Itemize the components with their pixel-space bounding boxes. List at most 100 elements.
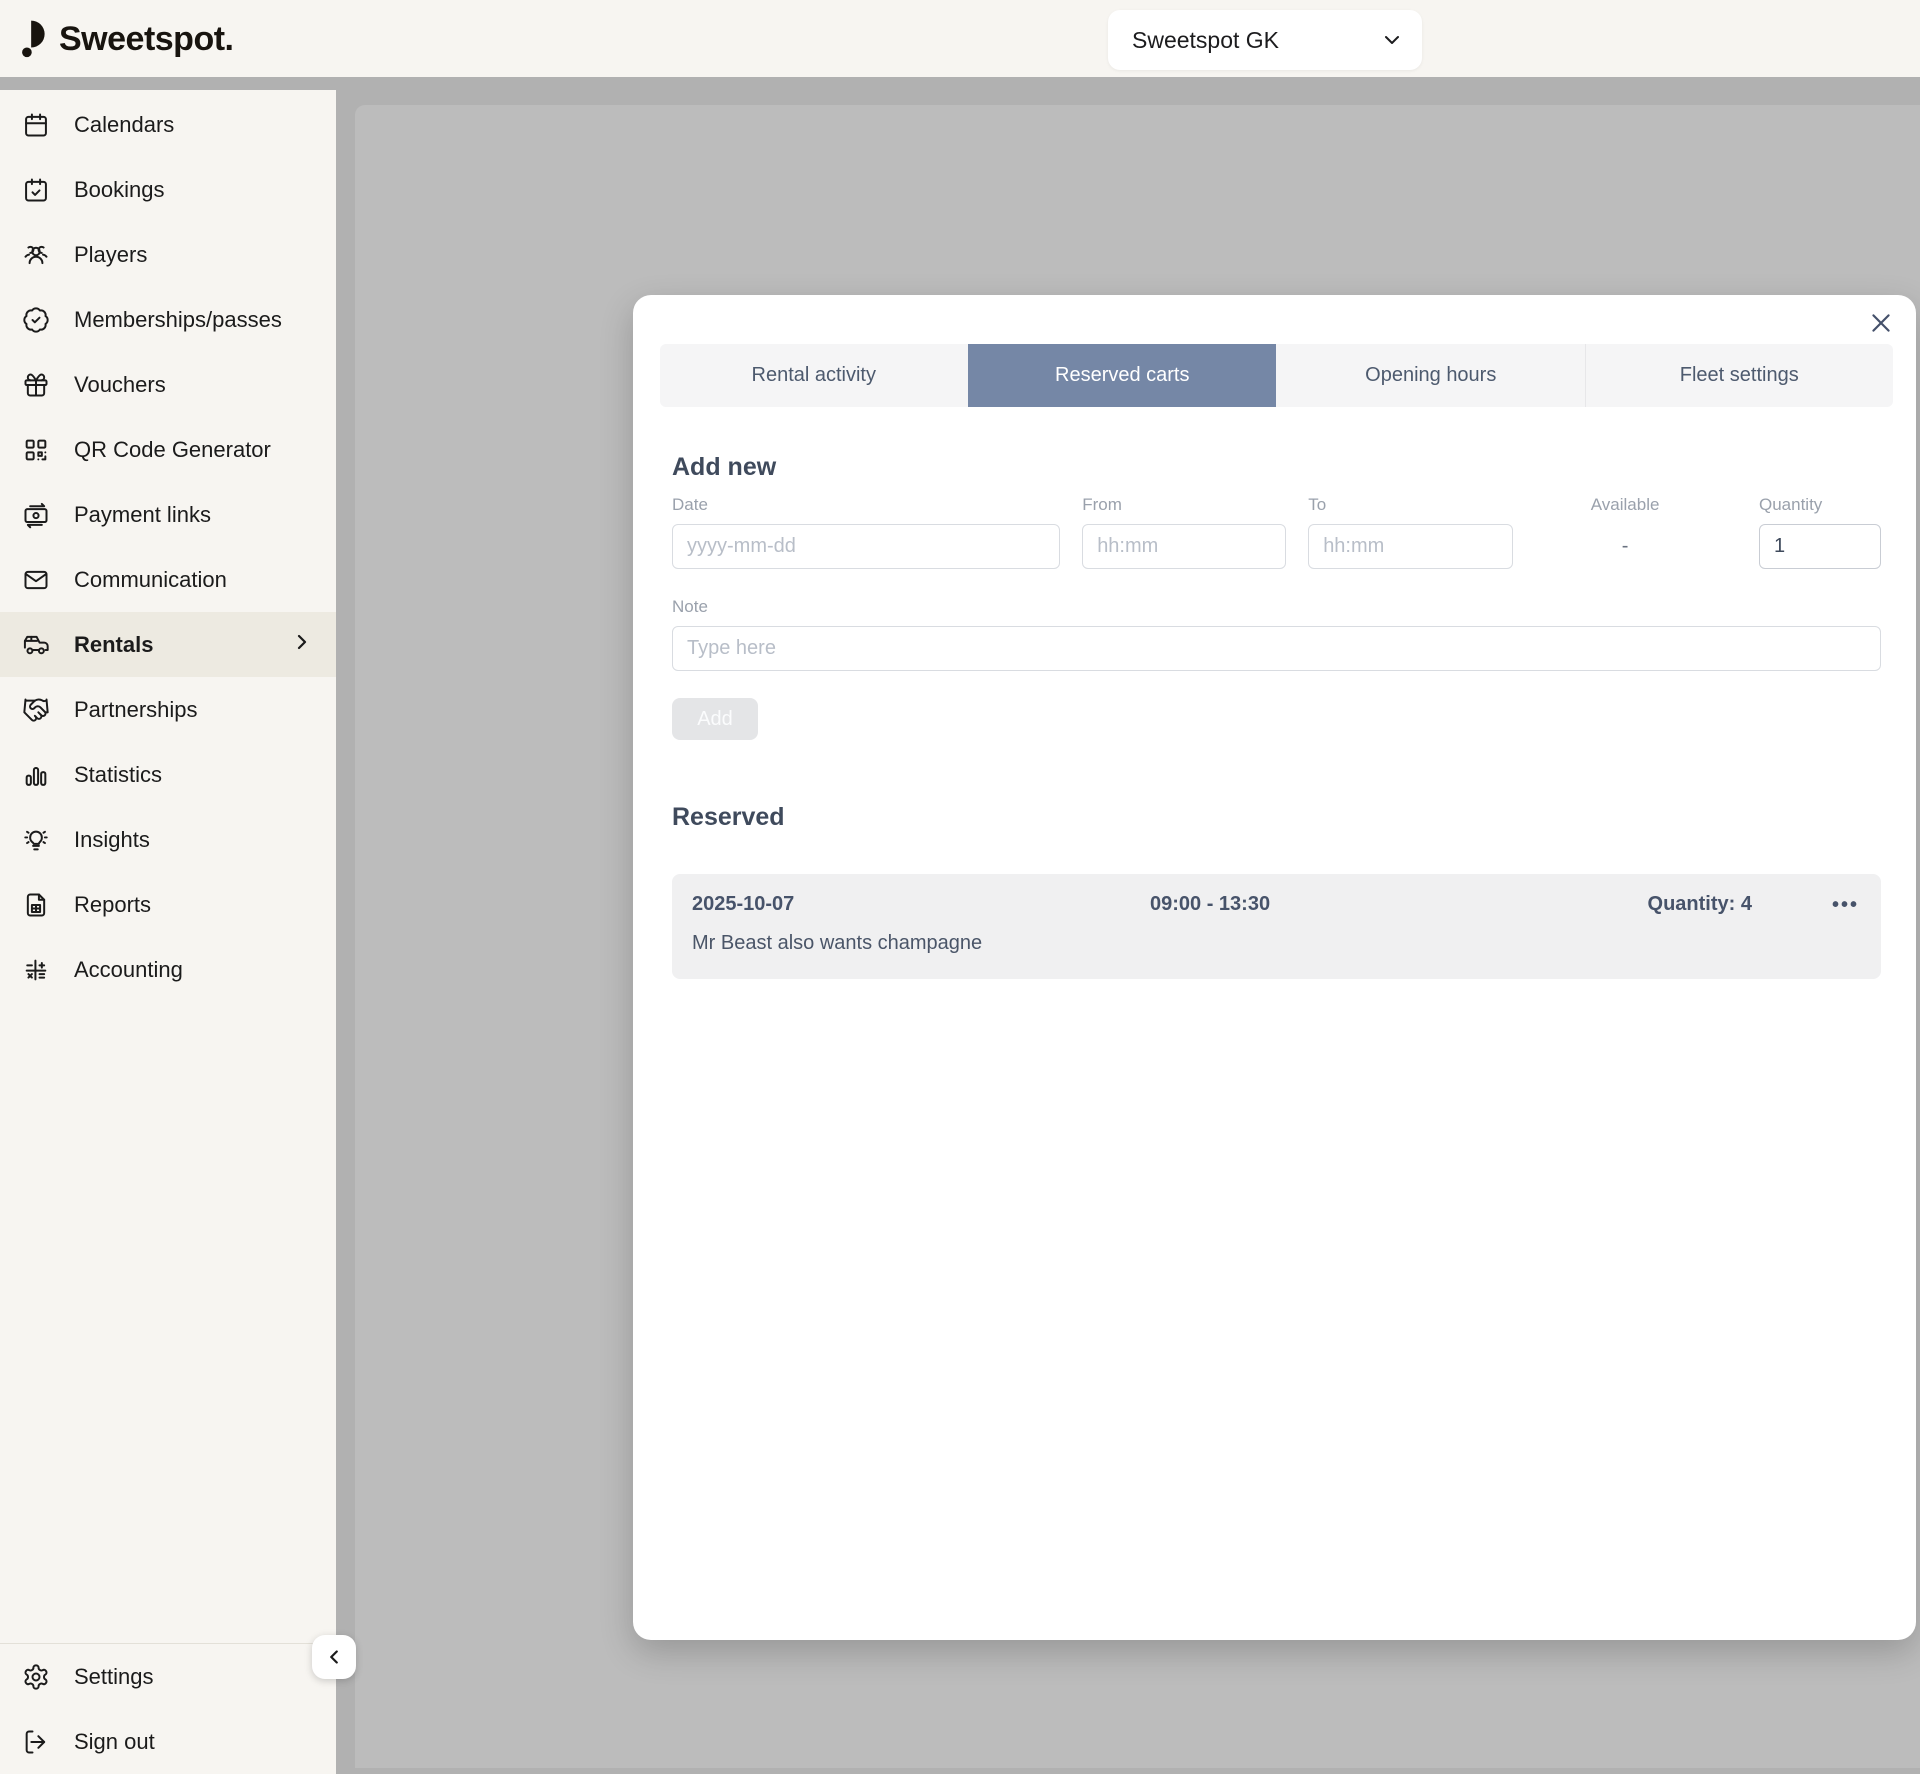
handshake-icon [21, 695, 51, 725]
date-input[interactable] [672, 524, 1060, 569]
chevron-left-icon [323, 1646, 345, 1668]
available-field-group: Available - [1549, 495, 1701, 569]
sidebar-item-players[interactable]: Players [0, 222, 336, 287]
sidebar-item-label: Vouchers [74, 372, 166, 398]
sidebar-item-label: Insights [74, 827, 150, 853]
reserved-item-note: Mr Beast also wants champagne [692, 932, 1861, 955]
sidebar-item-payment-links[interactable]: Payment links [0, 482, 336, 547]
sidebar-item-memberships[interactable]: Memberships/passes [0, 287, 336, 352]
sidebar-item-label: Payment links [74, 502, 211, 528]
sidebar-item-label: Players [74, 242, 147, 268]
sidebar-item-insights[interactable]: Insights [0, 807, 336, 872]
sidebar-item-label: Communication [74, 567, 227, 593]
sweetspot-logo-icon [17, 18, 51, 60]
close-button[interactable] [1866, 308, 1896, 338]
note-input[interactable] [672, 626, 1881, 671]
ellipsis-menu-icon[interactable]: ••• [1832, 895, 1859, 915]
sidebar-item-label: Reports [74, 892, 151, 918]
date-label: Date [672, 495, 1060, 515]
calendar-icon [21, 110, 51, 140]
sidebar-item-label: Calendars [74, 112, 174, 138]
gear-icon [21, 1662, 51, 1692]
tab-fleet-settings[interactable]: Fleet settings [1585, 344, 1894, 407]
add-new-title: Add new [672, 453, 1881, 482]
sidebar-item-label: Statistics [74, 762, 162, 788]
sidebar-item-partnerships[interactable]: Partnerships [0, 677, 336, 742]
to-label: To [1308, 495, 1513, 515]
logo: Sweetspot. [17, 18, 233, 60]
golf-cart-icon [21, 630, 51, 660]
sidebar-item-label: Memberships/passes [74, 307, 282, 333]
reserved-item-quantity: Quantity: 4 [1648, 893, 1752, 916]
sidebar-item-sign-out[interactable]: Sign out [0, 1709, 336, 1774]
date-field-group: Date [672, 495, 1060, 569]
modal-body: Add new Date From To Available - [633, 453, 1916, 979]
rentals-modal: Rental activity Reserved carts Opening h… [633, 295, 1916, 1640]
chevron-down-icon [1380, 28, 1404, 52]
sidebar-item-label: Settings [74, 1664, 154, 1690]
tab-opening-hours[interactable]: Opening hours [1276, 344, 1585, 407]
organization-selector-value: Sweetspot GK [1132, 27, 1380, 54]
sidebar: Calendars Bookings Players Memberships/p… [0, 90, 336, 1774]
users-icon [21, 240, 51, 270]
sidebar-footer: Settings Sign out [0, 1643, 336, 1774]
sidebar-item-vouchers[interactable]: Vouchers [0, 352, 336, 417]
sidebar-item-settings[interactable]: Settings [0, 1644, 336, 1709]
sidebar-item-label: Sign out [74, 1729, 155, 1755]
organization-selector[interactable]: Sweetspot GK [1108, 10, 1422, 70]
reserved-title: Reserved [672, 803, 1881, 832]
reserved-item-time: 09:00 - 13:30 [1022, 893, 1648, 916]
from-time-input[interactable] [1082, 524, 1286, 569]
sidebar-collapse-button[interactable] [312, 1635, 356, 1679]
available-label: Available [1591, 495, 1660, 515]
banknote-icon [21, 500, 51, 530]
sidebar-item-rentals[interactable]: Rentals [0, 612, 336, 677]
bar-chart-icon [21, 760, 51, 790]
tab-reserved-carts[interactable]: Reserved carts [968, 344, 1277, 407]
reserved-item-date: 2025-10-07 [692, 893, 1022, 916]
add-button[interactable]: Add [672, 698, 758, 740]
sidebar-item-label: Partnerships [74, 697, 198, 723]
mail-icon [21, 565, 51, 595]
note-field-group: Note [672, 597, 1881, 671]
sidebar-item-statistics[interactable]: Statistics [0, 742, 336, 807]
calendar-check-icon [21, 175, 51, 205]
to-field-group: To [1308, 495, 1513, 569]
tab-rental-activity[interactable]: Rental activity [660, 344, 968, 407]
calculator-icon [21, 955, 51, 985]
quantity-field-group: Quantity [1759, 495, 1881, 569]
sidebar-item-communication[interactable]: Communication [0, 547, 336, 612]
gift-icon [21, 370, 51, 400]
sidebar-item-label: Rentals [74, 632, 153, 658]
qr-code-icon [21, 435, 51, 465]
chevron-right-icon [290, 630, 314, 659]
modal-tab-bar: Rental activity Reserved carts Opening h… [660, 344, 1893, 407]
reserved-list-item: 2025-10-07 09:00 - 13:30 Quantity: 4 •••… [672, 874, 1881, 979]
badge-check-icon [21, 305, 51, 335]
sidebar-nav: Calendars Bookings Players Memberships/p… [0, 90, 336, 1002]
available-value: - [1622, 524, 1629, 569]
sidebar-item-label: QR Code Generator [74, 437, 271, 463]
sidebar-item-qr-code-generator[interactable]: QR Code Generator [0, 417, 336, 482]
lightbulb-icon [21, 825, 51, 855]
quantity-label: Quantity [1759, 495, 1881, 515]
quantity-input[interactable] [1759, 524, 1881, 569]
reserved-item-summary: 2025-10-07 09:00 - 13:30 Quantity: 4 ••• [692, 893, 1861, 916]
add-new-fields-row: Date From To Available - Quantity [672, 495, 1881, 569]
sidebar-item-label: Accounting [74, 957, 183, 983]
close-icon [1868, 310, 1894, 336]
sidebar-item-label: Bookings [74, 177, 165, 203]
report-icon [21, 890, 51, 920]
from-field-group: From [1082, 495, 1286, 569]
sidebar-item-reports[interactable]: Reports [0, 872, 336, 937]
sign-out-icon [21, 1727, 51, 1757]
topbar: Sweetspot. Sweetspot GK [0, 0, 1920, 77]
sidebar-item-calendars[interactable]: Calendars [0, 92, 336, 157]
note-label: Note [672, 597, 1881, 617]
to-time-input[interactable] [1308, 524, 1513, 569]
sidebar-item-bookings[interactable]: Bookings [0, 157, 336, 222]
logo-text: Sweetspot. [59, 20, 233, 59]
sidebar-item-accounting[interactable]: Accounting [0, 937, 336, 1002]
from-label: From [1082, 495, 1286, 515]
app-root: Sweetspot. Sweetspot GK Calendars Bookin… [0, 0, 1920, 1774]
